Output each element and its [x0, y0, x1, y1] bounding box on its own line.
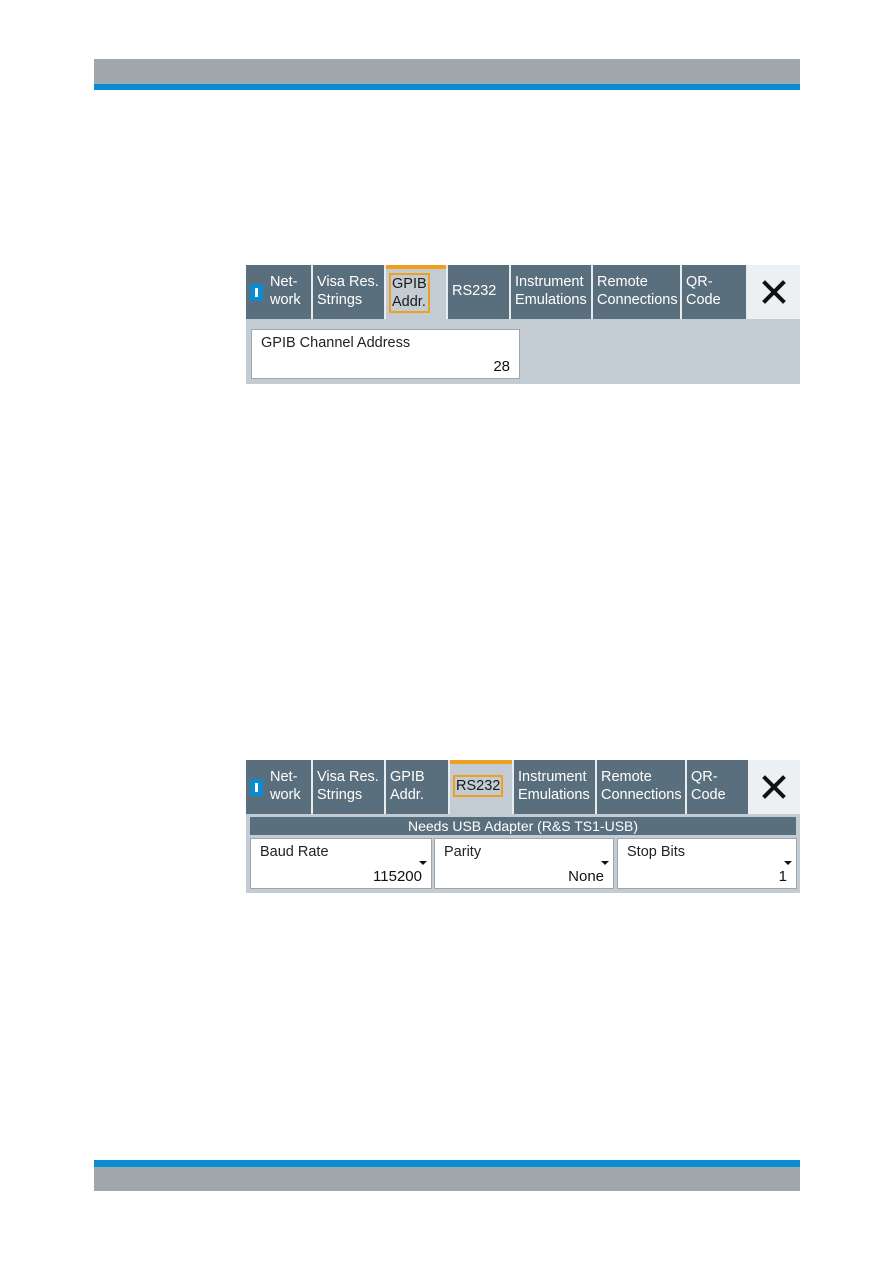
focus-frame: RS232 [453, 775, 504, 797]
baud-rate-dropdown[interactable]: Baud Rate 115200 [250, 838, 432, 889]
gpib-channel-address-field[interactable]: GPIB Channel Address 28 [251, 329, 520, 379]
info-icon [250, 284, 263, 301]
tab-qr-code[interactable]: QR- Code [682, 265, 748, 319]
dropdown-arrow-icon [601, 861, 609, 865]
dropdown-arrow-icon [419, 861, 427, 865]
page-footer [94, 1160, 800, 1191]
tab-rs232[interactable]: RS232 [450, 760, 514, 814]
footer-gray-bar [94, 1167, 800, 1191]
stop-bits-dropdown[interactable]: Stop Bits 1 [617, 838, 797, 889]
tab-bar: Net- work Visa Res. Strings GPIB Addr. R… [246, 265, 800, 319]
focus-frame: GPIB Addr. [389, 273, 430, 313]
tab-remote-connections[interactable]: Remote Connections [593, 265, 682, 319]
tab-visa-res-strings[interactable]: Visa Res. Strings [313, 760, 386, 814]
tab-network[interactable]: Net- work [246, 760, 313, 814]
tab-remote-connections[interactable]: Remote Connections [597, 760, 687, 814]
close-icon [762, 775, 786, 799]
usb-adapter-banner: Needs USB Adapter (R&S TS1-USB) [250, 817, 796, 835]
info-icon [250, 779, 263, 796]
remote-access-dialog-gpib: Net- work Visa Res. Strings GPIB Addr. R… [246, 265, 800, 384]
tab-qr-code[interactable]: QR- Code [687, 760, 750, 814]
close-icon [762, 280, 786, 304]
dropdown-arrow-icon [784, 861, 792, 865]
parity-dropdown[interactable]: Parity None [434, 838, 614, 889]
tab-instrument-emulations[interactable]: Instrument Emulations [514, 760, 597, 814]
tab-instrument-emulations[interactable]: Instrument Emulations [511, 265, 593, 319]
tab-bar: Net- work Visa Res. Strings GPIB Addr. R… [246, 760, 800, 814]
close-button[interactable] [748, 265, 800, 319]
remote-access-dialog-rs232: Net- work Visa Res. Strings GPIB Addr. R… [246, 760, 800, 893]
close-button[interactable] [748, 760, 800, 814]
tab-rs232[interactable]: RS232 [448, 265, 511, 319]
header-gray-bar [94, 59, 800, 84]
tab-gpib-addr[interactable]: GPIB Addr. [386, 760, 450, 814]
page-header [94, 59, 800, 90]
footer-blue-rule [94, 1160, 800, 1167]
tab-visa-res-strings[interactable]: Visa Res. Strings [313, 265, 386, 319]
header-blue-rule [94, 84, 800, 90]
tab-gpib-addr[interactable]: GPIB Addr. [386, 265, 448, 319]
tab-network[interactable]: Net- work [246, 265, 313, 319]
